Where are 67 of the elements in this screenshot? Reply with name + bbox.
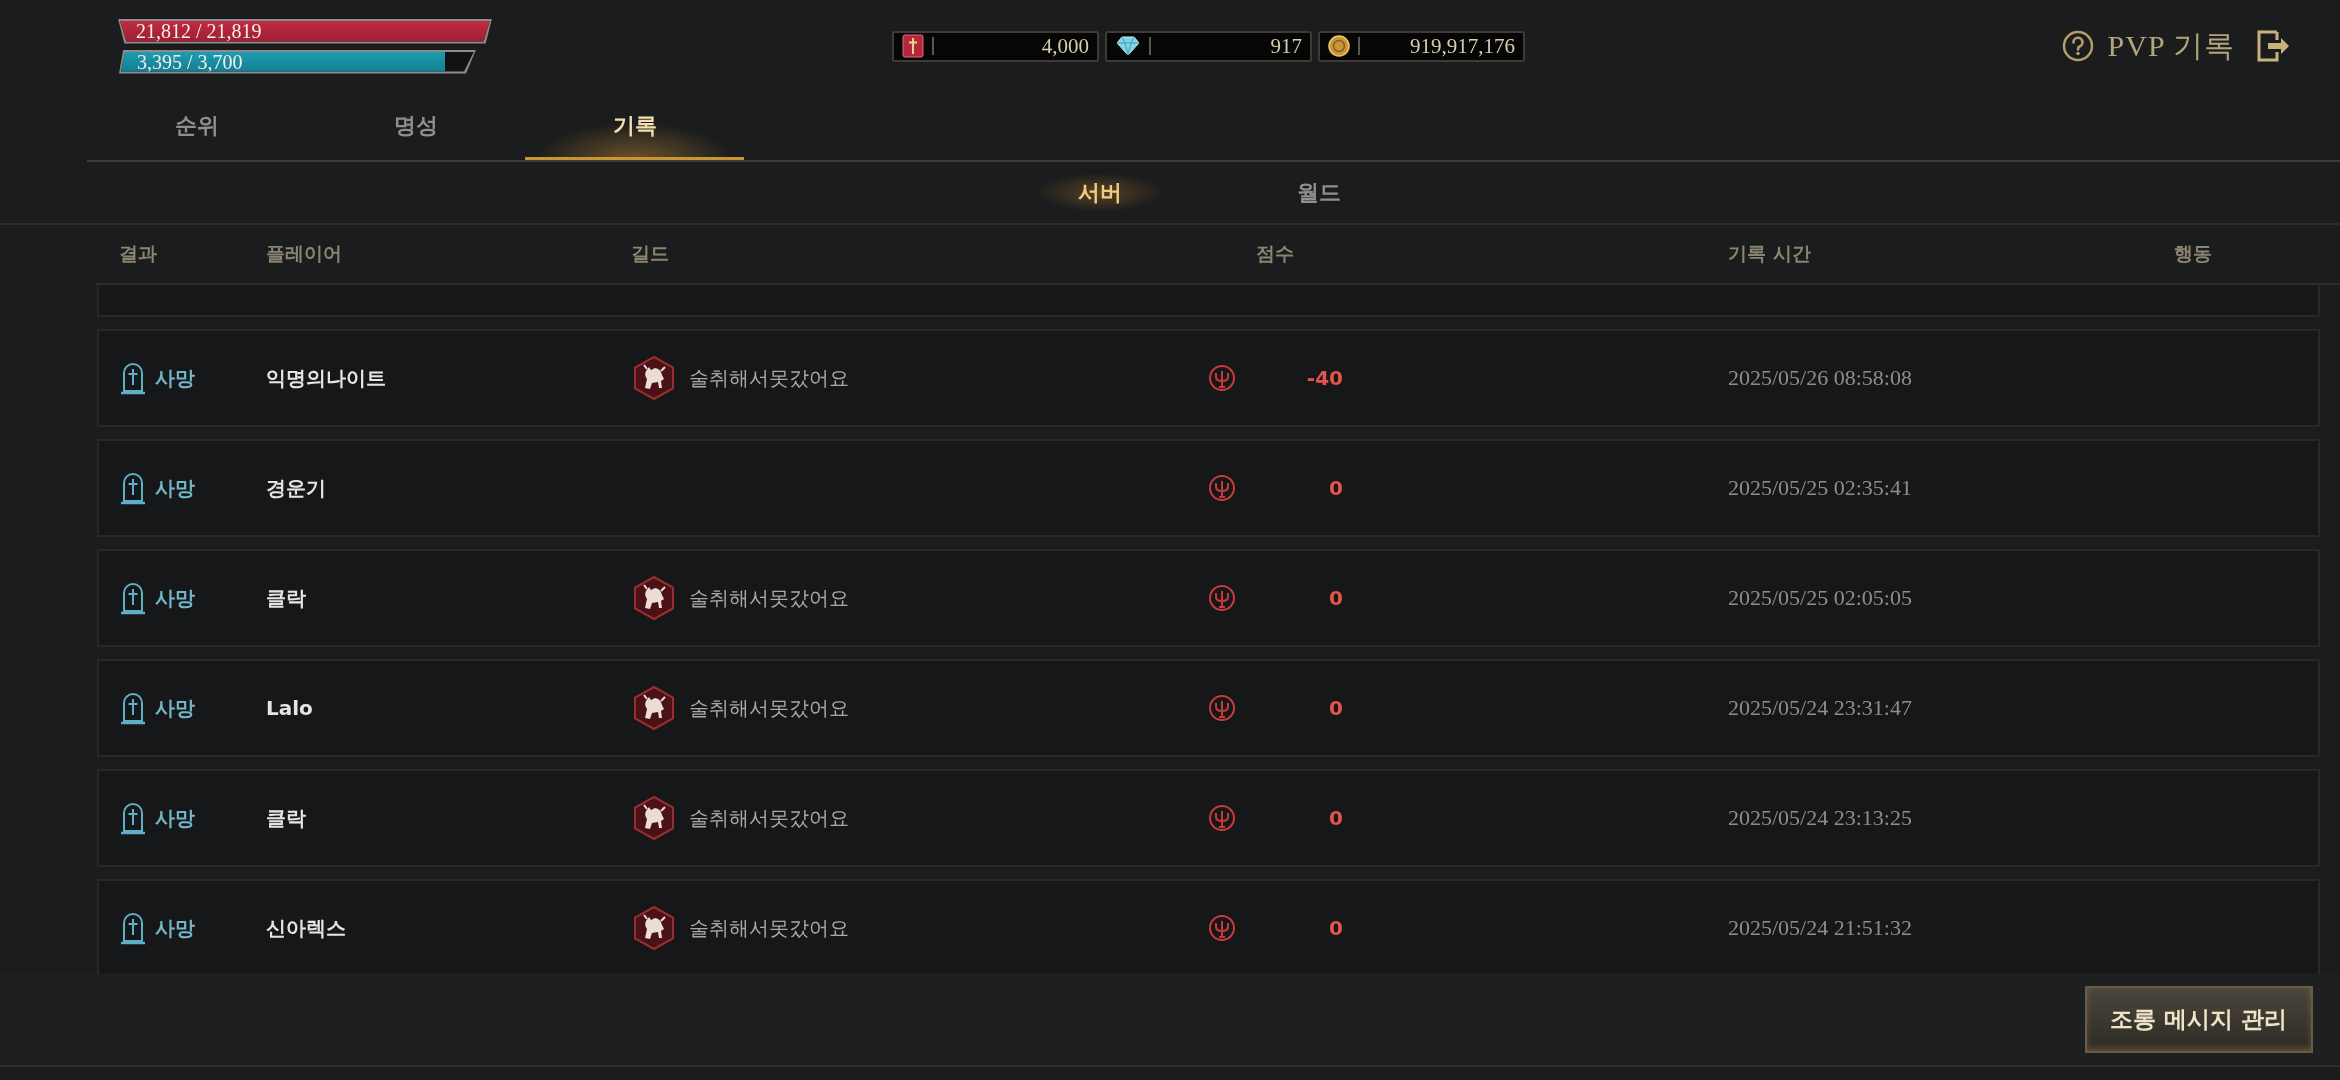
- result-text: 사망: [155, 804, 195, 832]
- hexagon-emblem-icon: [631, 685, 677, 731]
- hexagon-emblem-icon: [631, 355, 677, 401]
- tab[interactable]: 명성: [306, 92, 525, 160]
- record-time: 2025/05/24 23:31:47: [1728, 695, 1913, 721]
- coin-icon: [1328, 35, 1350, 57]
- result-text: 사망: [155, 584, 195, 612]
- tombstone-icon: [119, 581, 147, 615]
- sub-tab[interactable]: 월드: [1219, 162, 1419, 223]
- record-time: 2025/05/25 02:35:41: [1728, 475, 1913, 501]
- record-time: 2025/05/24 21:51:32: [1728, 915, 1913, 941]
- column-header: 결과: [119, 241, 157, 266]
- tombstone-icon: [119, 691, 147, 725]
- score-value: 0: [1329, 916, 1343, 940]
- record-time: 2025/05/25 02:05:05: [1728, 585, 1913, 611]
- result-text: 사망: [155, 474, 195, 502]
- record-time: 2025/05/26 08:58:08: [1728, 365, 1913, 391]
- column-header: 행동: [2174, 241, 2212, 266]
- guild-name: 술취해서못갔어요: [689, 364, 849, 392]
- guild-name: 술취해서못갔어요: [689, 584, 849, 612]
- score-value: 0: [1329, 586, 1343, 610]
- tab[interactable]: 순위: [87, 92, 306, 160]
- tombstone-icon: [119, 471, 147, 505]
- cross-card-icon: [902, 34, 924, 58]
- score-value: -40: [1306, 366, 1343, 390]
- player-name: 경운기: [266, 474, 327, 502]
- mana-reading: 3,395 / 3,700: [137, 51, 243, 72]
- score-value: 0: [1329, 476, 1343, 500]
- result-text: 사망: [155, 364, 195, 392]
- currency-amount: 4,000: [1040, 33, 1089, 59]
- player-name: 신아렉스: [266, 914, 347, 942]
- score-value: 0: [1329, 806, 1343, 830]
- column-header: 점수: [1256, 241, 1294, 266]
- health-reading: 21,812 / 21,819: [136, 21, 262, 41]
- guild-name: 술취해서못갔어요: [689, 804, 849, 832]
- record-time: 2025/05/24 23:13:25: [1728, 805, 1913, 831]
- hexagon-emblem-icon: [631, 795, 677, 841]
- score-value: 0: [1329, 696, 1343, 720]
- exit-icon[interactable]: [2255, 28, 2291, 64]
- player-name: 클락: [266, 804, 307, 832]
- currency-amount: 917: [1269, 33, 1302, 59]
- column-header: 플레이어: [266, 241, 342, 266]
- player-name: 익명의나이트: [266, 364, 387, 392]
- column-header: 길드: [631, 241, 669, 266]
- help-icon[interactable]: [2061, 30, 2094, 62]
- guild-name: 술취해서못갔어요: [689, 694, 849, 722]
- trident-icon: [1208, 474, 1236, 502]
- player-name: 클락: [266, 584, 307, 612]
- trident-icon: [1208, 694, 1236, 722]
- player-name: Lalo: [266, 696, 314, 720]
- trident-icon: [1208, 804, 1236, 832]
- taunt-messages-button[interactable]: 조롱 메시지 관리: [2085, 986, 2313, 1053]
- page-title: PVP 기록: [2107, 27, 2235, 64]
- tombstone-icon: [119, 801, 147, 835]
- hexagon-emblem-icon: [631, 575, 677, 621]
- trident-icon: [1208, 914, 1236, 942]
- tombstone-icon: [119, 361, 147, 395]
- currency-amount: 919,917,176: [1409, 33, 1515, 59]
- hexagon-emblem-icon: [631, 905, 677, 951]
- trident-icon: [1208, 584, 1236, 612]
- column-header: 기록 시간: [1728, 241, 1811, 266]
- gem-icon: [1115, 35, 1141, 57]
- tombstone-icon: [119, 911, 147, 945]
- result-text: 사망: [155, 694, 195, 722]
- result-text: 사망: [155, 914, 195, 942]
- trident-icon: [1208, 364, 1236, 392]
- guild-name: 술취해서못갔어요: [689, 914, 849, 942]
